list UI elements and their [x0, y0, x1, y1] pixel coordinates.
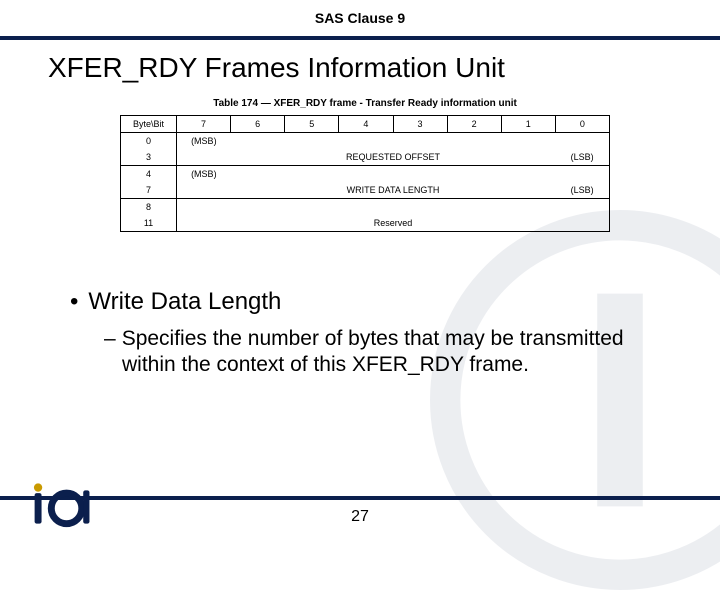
byte-cell: 11: [121, 215, 177, 232]
content-body: • Write Data Length –Specifies the number…: [70, 288, 670, 379]
table-row: 0 (MSB): [121, 133, 610, 150]
table-corner: Byte\Bit: [121, 116, 177, 133]
lsb-cell: (LSB): [555, 182, 609, 199]
empty-cell: [177, 149, 231, 166]
table-header-row: Byte\Bit 7 6 5 4 3 2 1 0: [121, 116, 610, 133]
table-row: 8: [121, 199, 610, 216]
empty-cell: [555, 166, 609, 183]
msb-cell: (MSB): [177, 166, 231, 183]
bit-col: 6: [231, 116, 285, 133]
bullet-dash-icon: –: [104, 327, 116, 350]
byte-cell: 7: [121, 182, 177, 199]
bullet-level-1: • Write Data Length: [70, 288, 670, 316]
empty-cell: [231, 133, 556, 150]
field-cell: Reserved: [177, 215, 610, 232]
empty-cell: [177, 199, 610, 216]
slide-title: XFER_RDY Frames Information Unit: [48, 52, 505, 84]
bullet-dot-icon: •: [70, 288, 78, 315]
footer-bar: 27: [0, 496, 720, 540]
empty-cell: [231, 166, 556, 183]
bit-col: 1: [501, 116, 555, 133]
byte-cell: 3: [121, 149, 177, 166]
field-cell: WRITE DATA LENGTH: [231, 182, 556, 199]
frame-table: Table 174 — XFER_RDY frame - Transfer Re…: [120, 98, 610, 232]
bit-col: 5: [285, 116, 339, 133]
byte-cell: 8: [121, 199, 177, 216]
lsb-cell: (LSB): [555, 149, 609, 166]
table-caption: Table 174 — XFER_RDY frame - Transfer Re…: [120, 98, 610, 109]
field-cell: REQUESTED OFFSET: [231, 149, 556, 166]
page-number: 27: [0, 508, 720, 526]
bit-col: 2: [447, 116, 501, 133]
table-row: 7 WRITE DATA LENGTH (LSB): [121, 182, 610, 199]
header-clause: SAS Clause 9: [315, 10, 405, 30]
empty-cell: [177, 182, 231, 199]
iol-logo-icon: [26, 482, 96, 532]
bit-col: 7: [177, 116, 231, 133]
bullet2-text: Specifies the number of bytes that may b…: [122, 327, 624, 376]
bit-col: 0: [555, 116, 609, 133]
header-bar: SAS Clause 9: [0, 0, 720, 40]
bullet-level-2: –Specifies the number of bytes that may …: [104, 326, 670, 379]
table-row: 3 REQUESTED OFFSET (LSB): [121, 149, 610, 166]
byte-cell: 4: [121, 166, 177, 183]
bit-col: 3: [393, 116, 447, 133]
table: Byte\Bit 7 6 5 4 3 2 1 0 0 (MSB) 3 REQUE…: [120, 115, 610, 232]
table-row: 4 (MSB): [121, 166, 610, 183]
empty-cell: [555, 133, 609, 150]
msb-cell: (MSB): [177, 133, 231, 150]
byte-cell: 0: [121, 133, 177, 150]
bit-col: 4: [339, 116, 393, 133]
bullet1-text: Write Data Length: [88, 288, 281, 315]
table-row: 11 Reserved: [121, 215, 610, 232]
